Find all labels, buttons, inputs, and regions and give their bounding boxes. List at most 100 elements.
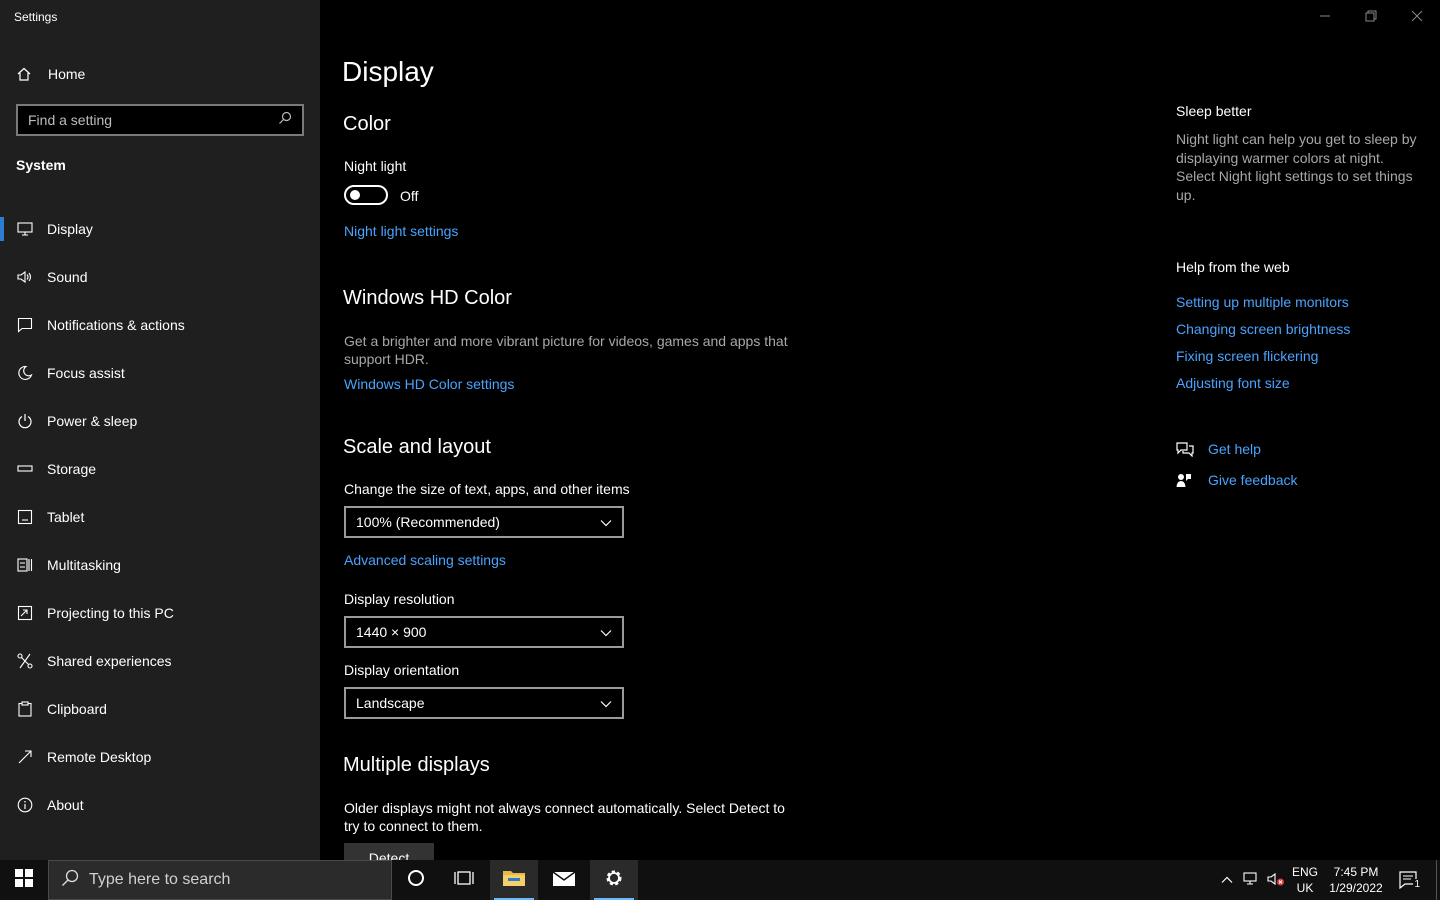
sidebar-item-label: Sound [47,269,88,285]
night-light-settings-link[interactable]: Night light settings [344,223,458,239]
speaker-icon [16,268,34,286]
notification-icon [16,316,34,334]
clock-time: 7:45 PM [1333,865,1379,879]
sidebar-item-multitasking[interactable]: Multitasking [0,541,320,589]
notification-count: 1 [1413,879,1421,890]
clock-date: 1/29/2022 [1329,881,1383,895]
settings-window: Settings Home System Display [0,0,1440,860]
sidebar-item-tablet[interactable]: Tablet [0,493,320,541]
sidebar-item-clipboard[interactable]: Clipboard [0,685,320,733]
multiple-displays-description: Older displays might not always connect … [344,800,785,834]
close-button[interactable] [1394,0,1440,32]
info-icon [16,796,34,814]
get-help-link[interactable]: Get help [1176,441,1261,457]
hdr-heading: Windows HD Color [343,287,512,309]
show-hidden-icons-button[interactable] [1216,860,1238,900]
sidebar-item-label: Projecting to this PC [47,605,174,621]
multitasking-icon [16,556,34,574]
volume-button[interactable] [1264,860,1288,900]
sidebar-item-label: About [47,797,84,813]
find-setting-input[interactable] [28,112,278,128]
taskbar: ENG UK 7:45 PM 1/29/2022 1 [0,860,1440,900]
help-web-title: Help from the web [1176,259,1290,275]
sidebar-item-shared-experiences[interactable]: Shared experiences [0,637,320,685]
taskbar-search[interactable] [48,860,392,900]
feedback-icon [1176,472,1194,488]
resolution-label: Display resolution [344,591,455,607]
give-feedback-label: Give feedback [1208,472,1298,488]
search-icon[interactable] [278,111,292,130]
sidebar-item-focus-assist[interactable]: Focus assist [0,349,320,397]
size-label: Change the size of text, apps, and other… [344,481,630,497]
task-view-button[interactable] [440,860,488,900]
clipboard-icon [16,700,34,718]
sidebar-item-label: Multitasking [47,557,121,573]
scale-value: 100% (Recommended) [356,514,500,530]
cortana-circle-icon [407,869,425,892]
storage-icon [16,460,34,478]
power-icon [16,412,34,430]
sidebar-item-label: Display [47,221,93,237]
resolution-dropdown[interactable]: 1440 × 900 [344,616,624,648]
section-title-system: System [16,157,66,173]
taskbar-search-input[interactable] [89,871,369,889]
sleep-better-title: Sleep better [1176,103,1252,119]
monitor-icon [16,220,34,238]
hd-color-settings-link[interactable]: Windows HD Color settings [344,376,514,392]
network-button[interactable] [1240,860,1262,900]
sidebar-item-label: Tablet [47,509,85,525]
tablet-icon [16,508,34,526]
advanced-scaling-link[interactable]: Advanced scaling settings [344,552,506,568]
sidebar-item-remote-desktop[interactable]: Remote Desktop [0,733,320,781]
language-indicator[interactable]: ENG UK [1290,860,1320,900]
sidebar-item-notifications[interactable]: Notifications & actions [0,301,320,349]
help-link-screen-flickering[interactable]: Fixing screen flickering [1176,348,1318,364]
chevron-down-icon [600,514,612,530]
shared-icon [16,652,34,670]
settings-app-button[interactable] [590,860,638,900]
sidebar-item-display[interactable]: Display [0,205,320,253]
action-center-button[interactable]: 1 [1394,860,1424,900]
color-heading: Color [343,113,391,135]
home-label: Home [48,66,86,82]
sleep-better-description: Night light can help you get to sleep by… [1176,131,1417,203]
multiple-displays-heading: Multiple displays [343,754,490,776]
clock[interactable]: 7:45 PM 1/29/2022 [1324,860,1388,900]
sidebar-item-sound[interactable]: Sound [0,253,320,301]
restore-button[interactable] [1348,0,1394,32]
give-feedback-link[interactable]: Give feedback [1176,472,1298,488]
sidebar-item-label: Storage [47,461,97,477]
gear-icon [603,867,625,894]
volume-muted-icon [1267,872,1285,889]
sidebar-item-projecting[interactable]: Projecting to this PC [0,589,320,637]
sidebar-item-label: Shared experiences [47,653,172,669]
home-nav-item[interactable]: Home [16,62,85,86]
night-light-state: Off [400,188,419,204]
get-help-label: Get help [1208,441,1261,457]
sidebar-item-about[interactable]: About [0,781,320,829]
detect-button[interactable]: Detect [344,843,434,860]
task-view-icon [454,869,474,892]
night-light-toggle[interactable] [344,185,388,205]
remote-desktop-icon [16,748,34,766]
app-title: Settings [14,10,58,24]
detect-label: Detect [368,850,410,860]
orientation-dropdown[interactable]: Landscape [344,687,624,719]
minimize-button[interactable] [1302,0,1348,32]
sidebar-item-storage[interactable]: Storage [0,445,320,493]
sidebar-item-power-sleep[interactable]: Power & sleep [0,397,320,445]
orientation-label: Display orientation [344,662,460,678]
resolution-value: 1440 × 900 [356,624,427,640]
start-button[interactable] [0,860,48,900]
cortana-button[interactable] [392,860,440,900]
help-link-multiple-monitors[interactable]: Setting up multiple monitors [1176,294,1349,310]
scale-dropdown[interactable]: 100% (Recommended) [344,506,624,538]
show-desktop-button[interactable] [1436,860,1440,900]
folder-icon [502,868,526,893]
mail-button[interactable] [540,860,588,900]
help-link-screen-brightness[interactable]: Changing screen brightness [1176,321,1350,337]
file-explorer-button[interactable] [490,860,538,900]
night-light-label: Night light [344,158,407,174]
help-link-font-size[interactable]: Adjusting font size [1176,375,1290,391]
find-setting-search[interactable] [16,104,304,136]
